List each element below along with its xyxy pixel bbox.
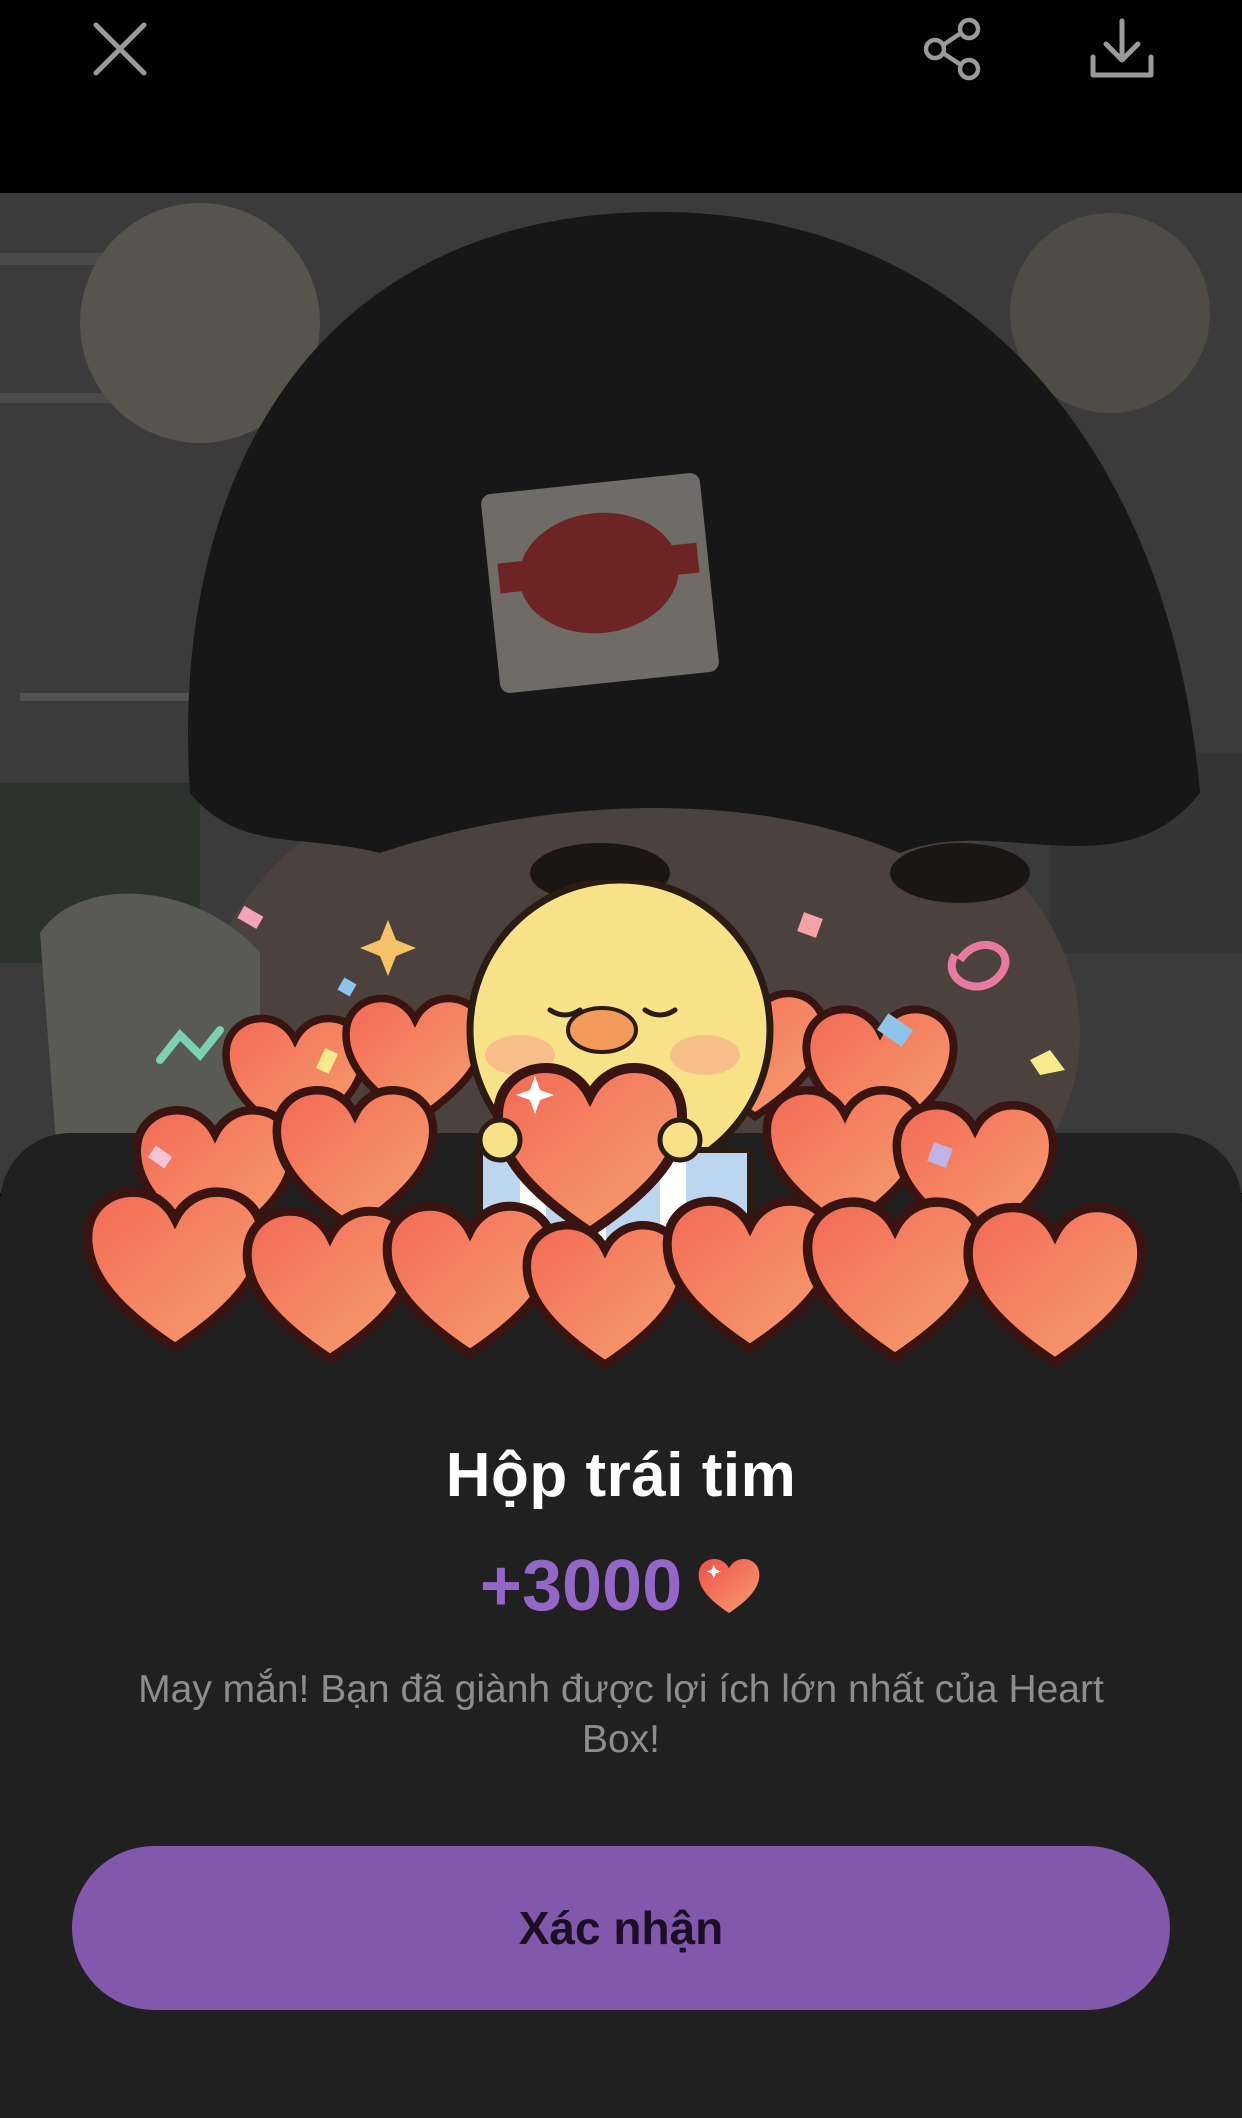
download-button[interactable] — [1077, 4, 1167, 94]
heart-box-illustration — [80, 876, 1170, 1400]
top-toolbar — [0, 0, 1242, 193]
heart-icon — [698, 1558, 760, 1614]
reward-amount: +3000 — [479, 1546, 683, 1626]
close-button[interactable] — [75, 4, 165, 94]
confirm-button[interactable]: Xác nhận — [72, 1846, 1170, 2010]
share-icon — [923, 17, 981, 81]
confirm-button-label: Xác nhận — [518, 1902, 724, 1954]
reward-amount-row: +3000 — [0, 1545, 1242, 1627]
reward-message: May mắn! Bạn đã giành được lợi ích lớn n… — [138, 1668, 1104, 1761]
download-icon — [1090, 18, 1154, 78]
reward-title: Hộp trái tim — [445, 1441, 797, 1510]
close-icon — [93, 22, 147, 76]
share-button[interactable] — [908, 4, 998, 94]
